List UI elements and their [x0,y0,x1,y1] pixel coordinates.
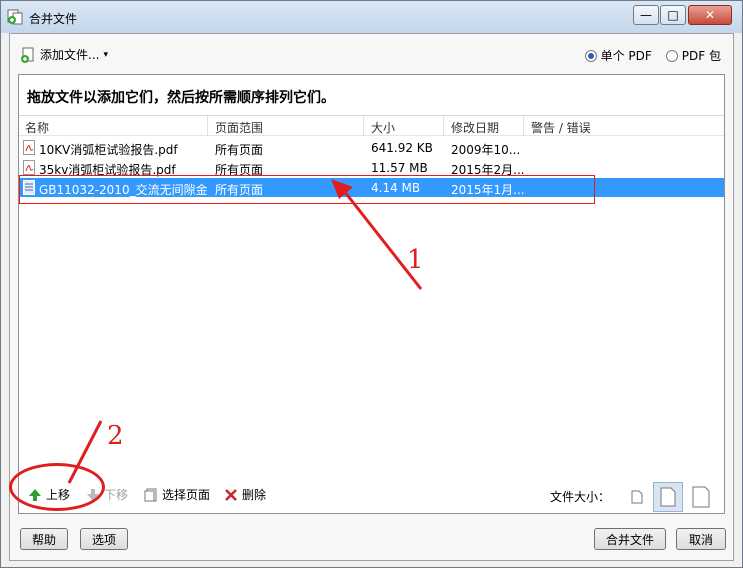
medium-file-icon [660,487,676,507]
help-label: 帮助 [31,532,56,547]
maximize-icon: □ [667,8,679,22]
radio-unchecked-icon[interactable] [665,49,678,62]
select-pages-label: 选择页面 [162,488,211,502]
column-divider[interactable] [443,116,444,136]
list-header: 名称 页面范围 大小 修改日期 警告 / 错误 [19,116,724,136]
add-files-label: 添加文件... [40,48,100,62]
options-label: 选项 [91,532,116,547]
column-header-name[interactable]: 名称 [25,119,49,136]
select-pages-button[interactable]: 选择页面 [144,486,210,503]
dialog-footer: 帮助 选项 合并文件 取消 [10,524,733,558]
close-icon: ✕ [704,8,716,22]
title-bar[interactable]: 合并文件 — □ ✕ [1,1,742,33]
small-file-icon [631,490,643,504]
file-modified: 2009年10... [451,143,521,157]
top-toolbar: 添加文件... ▾ 单个 PDF PDF 包 [10,34,733,74]
add-files-button[interactable]: 添加文件... ▾ [20,46,108,63]
merge-label: 合并文件 [605,532,654,547]
move-down-label: 下移 [104,488,129,502]
list-tools-bar: 上移 下移 选择页面 删除 文件大小： [10,482,733,512]
merge-files-button[interactable]: 合并文件 [594,528,666,550]
delete-button[interactable]: 删除 [224,486,266,503]
file-size: 11.57 MB [371,161,428,175]
annotation-label-2: 2 [107,421,124,451]
file-size-label: 文件大小： [550,490,611,504]
window-title: 合并文件 [29,12,78,26]
pdf-file-icon [23,160,35,175]
file-size-small-button[interactable] [622,482,652,512]
dialog-client: 添加文件... ▾ 单个 PDF PDF 包 拖放文件以添加它们，然后按所需顺序… [9,33,734,561]
page-select-icon [144,488,157,501]
radio-single-pdf[interactable]: 单个 PDF [584,47,652,64]
cancel-button[interactable]: 取消 [676,528,726,550]
annotation-highlight-box [19,175,595,204]
pdf-file-icon [23,140,35,155]
merge-files-window: 合并文件 — □ ✕ 添加文件... ▾ 单个 PDF PDF 包 拖放文件以添… [0,0,743,568]
column-divider[interactable] [207,116,208,136]
file-size: 641.92 KB [371,141,433,155]
file-name: 10KV消弧柜试验报告.pdf [39,143,178,157]
table-row[interactable]: 10KV消弧柜试验报告.pdf 所有页面 641.92 KB 2009年10..… [19,138,724,157]
large-file-icon [692,486,710,508]
column-header-modified[interactable]: 修改日期 [451,119,499,136]
annotation-ellipse [9,463,105,511]
column-header-warnings[interactable]: 警告 / 错误 [531,119,591,136]
file-list-panel: 拖放文件以添加它们，然后按所需顺序排列它们。 名称 页面范围 大小 修改日期 警… [18,74,725,514]
chevron-down-icon[interactable]: ▾ [103,50,108,60]
cancel-label: 取消 [688,532,713,547]
delete-label: 删除 [242,488,267,502]
file-size-large-button[interactable] [686,482,716,512]
maximize-button[interactable]: □ [660,5,686,25]
column-divider[interactable] [523,116,524,136]
file-pages: 所有页面 [215,143,264,157]
radio-package-label: PDF 包 [681,49,721,63]
column-header-size[interactable]: 大小 [371,119,395,136]
add-file-icon [21,47,34,63]
file-size-medium-button[interactable] [653,482,683,512]
instruction-text: 拖放文件以添加它们，然后按所需顺序排列它们。 [27,90,335,106]
options-button[interactable]: 选项 [80,528,128,550]
radio-single-label: 单个 PDF [600,49,652,63]
minimize-icon: — [640,8,652,22]
radio-checked-icon[interactable] [584,49,597,62]
delete-x-icon [225,488,237,501]
output-mode-group: 单个 PDF PDF 包 [584,47,721,64]
minimize-button[interactable]: — [633,5,659,25]
column-header-pages[interactable]: 页面范围 [215,119,263,136]
column-divider[interactable] [363,116,364,136]
close-button[interactable]: ✕ [688,5,732,25]
merge-app-icon [7,9,23,25]
help-button[interactable]: 帮助 [20,528,68,550]
annotation-label-1: 1 [407,245,424,275]
radio-pdf-package[interactable]: PDF 包 [665,47,721,64]
